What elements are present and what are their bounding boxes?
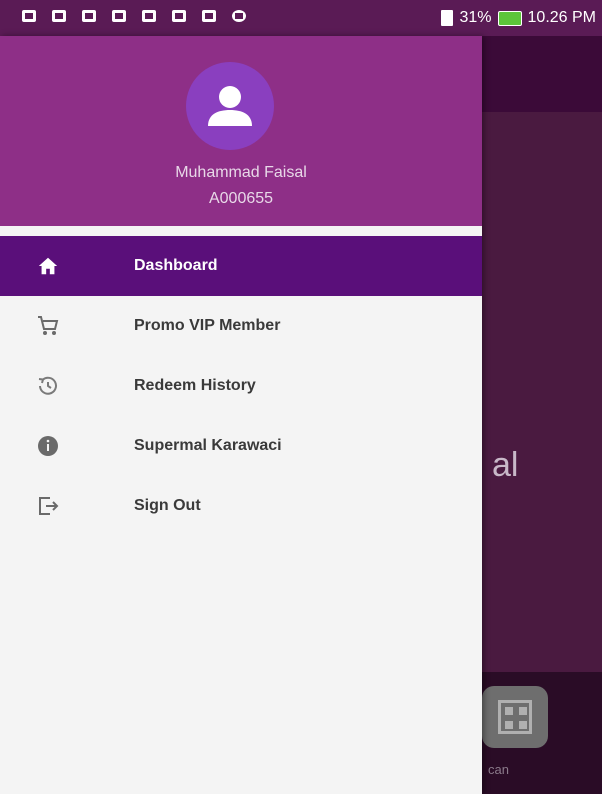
home-icon	[36, 254, 60, 278]
battery-icon	[497, 10, 522, 26]
navigation-drawer: Muhammad Faisal A000655 Dashboard Promo …	[0, 36, 482, 794]
user-id: A000655	[208, 190, 274, 207]
background-app: al can	[482, 36, 602, 794]
clock: 10.26 PM	[527, 9, 596, 26]
avatar[interactable]	[186, 62, 274, 150]
menu-item-label: Supermal Karawaci	[134, 437, 282, 454]
menu-item-sign-out[interactable]: Sign Out	[0, 476, 482, 536]
divider	[0, 226, 482, 234]
menu-item-dashboard[interactable]: Dashboard	[0, 236, 482, 296]
background-toolbar	[482, 36, 602, 112]
notification-icons	[22, 10, 246, 22]
user-name: Muhammad Faisal	[175, 164, 307, 181]
android-icon	[232, 10, 246, 22]
sign-out-icon	[36, 494, 60, 518]
menu-item-promo-vip-member[interactable]: Promo VIP Member	[0, 296, 482, 356]
menu-item-label: Sign Out	[134, 497, 201, 514]
menu-item-supermal-karawaci[interactable]: Supermal Karawaci	[0, 416, 482, 476]
background-card	[482, 112, 602, 672]
file-sync-icon	[441, 10, 454, 26]
tv-icon	[82, 10, 96, 22]
scan-label: can	[488, 762, 509, 777]
cart-icon	[36, 314, 60, 338]
tv-icon	[142, 10, 156, 22]
menu-item-redeem-history[interactable]: Redeem History	[0, 356, 482, 416]
qr-code-icon	[498, 700, 532, 734]
person-icon	[208, 86, 252, 126]
scan-button[interactable]	[482, 686, 548, 748]
status-bar: 31% 10.26 PM	[0, 0, 602, 36]
drawer-menu: Dashboard Promo VIP Member Redeem Histor…	[0, 236, 482, 536]
tv-icon	[22, 10, 36, 22]
background-partial-text: al	[492, 446, 519, 484]
tv-icon	[172, 10, 186, 22]
menu-item-label: Promo VIP Member	[134, 317, 281, 334]
drawer-header: Muhammad Faisal A000655	[0, 36, 482, 226]
tv-icon	[52, 10, 66, 22]
tv-icon	[112, 10, 126, 22]
info-icon	[36, 434, 60, 458]
menu-item-label: Dashboard	[134, 257, 218, 274]
battery-percent: 31%	[459, 9, 492, 26]
history-icon	[36, 374, 60, 398]
menu-item-label: Redeem History	[134, 377, 256, 394]
gmail-icon	[202, 10, 216, 22]
